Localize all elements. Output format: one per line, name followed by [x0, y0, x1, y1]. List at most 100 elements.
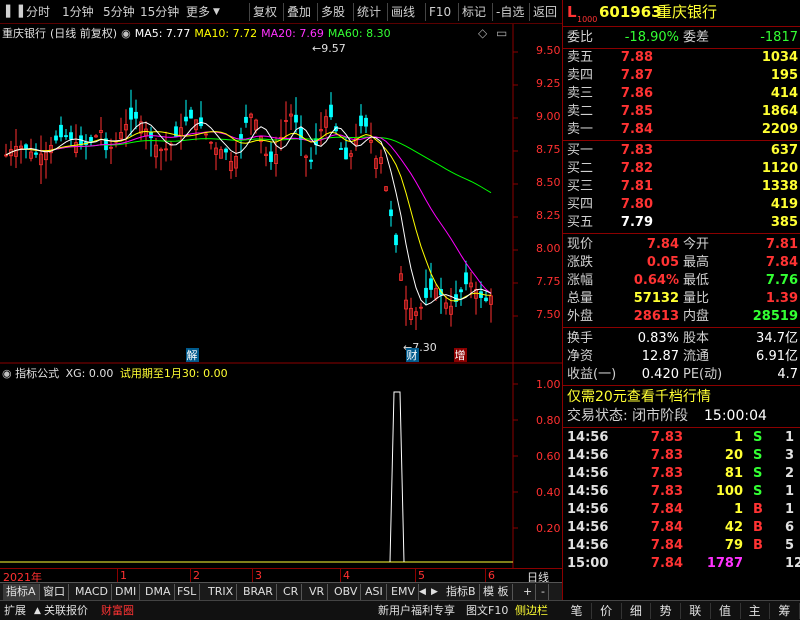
fundamental-value: 12.87: [641, 349, 679, 364]
indicator-tab-15[interactable]: +: [520, 584, 537, 600]
bottom-tab-3[interactable]: 新用户福利专享: [378, 603, 455, 619]
nav-item-4[interactable]: 联: [681, 603, 711, 619]
toolbar-btn-right-1[interactable]: 叠加: [287, 3, 311, 21]
ma-toggle-icon[interactable]: ◉: [121, 27, 131, 40]
indicator-tab-2[interactable]: MACD: [72, 584, 112, 600]
indicator-tab-9[interactable]: VR: [306, 584, 329, 600]
nav-item-7[interactable]: 筹: [770, 603, 800, 619]
ask-row[interactable]: 卖三 7.86 414: [563, 85, 800, 103]
toolbar-separator: [353, 3, 354, 21]
toolbar-btn-right-3[interactable]: 统计: [357, 3, 381, 21]
bottom-tab-4[interactable]: 图文F10: [466, 603, 508, 619]
indicator-tab-13[interactable]: 指标B: [443, 584, 480, 600]
fundamental-value: 6.91亿: [756, 349, 798, 364]
tick-price: 7.83: [650, 466, 683, 481]
fundamental-row: 净资 12.87 流通 6.91亿: [563, 348, 800, 366]
ask-row[interactable]: 卖一 7.84 2209: [563, 121, 800, 139]
event-marker-label[interactable]: 增: [455, 348, 466, 362]
price-tick-label: 8.75: [536, 143, 561, 156]
bottom-tab-2[interactable]: 财富圈: [101, 603, 134, 619]
tick-side: S: [753, 430, 763, 445]
window-toggle-icon[interactable]: ▭: [496, 26, 507, 40]
tool-icon[interactable]: ▌▐: [6, 3, 23, 21]
nav-item-6[interactable]: 主: [740, 603, 771, 619]
toolbar-btn-0[interactable]: 分时: [26, 3, 50, 21]
ask-price: 7.87: [620, 68, 653, 83]
toolbar-btn-right-4[interactable]: 画线: [391, 3, 415, 21]
toolbar-btn-1[interactable]: 1分钟: [62, 3, 94, 21]
indicator-tab-0[interactable]: 指标A: [3, 584, 40, 600]
indicator-tab-5[interactable]: FSL: [174, 584, 201, 600]
bid-row[interactable]: 买三 7.81 1338: [563, 178, 800, 196]
event-marker-label[interactable]: 解: [187, 348, 198, 362]
candle-body: [389, 209, 393, 217]
promo-link[interactable]: 仅需20元查看千档行情: [563, 388, 800, 406]
toolbar-btn-right-0[interactable]: 复权: [253, 3, 277, 21]
indicator-tick-label: 0.40: [536, 486, 561, 499]
indicator-tab-12[interactable]: EMV: [388, 584, 419, 600]
tick-price: 7.83: [650, 448, 683, 463]
bid-row[interactable]: 买五 7.79 385: [563, 214, 800, 232]
toolbar-separator: [283, 3, 284, 21]
toolbar-btn-right-6[interactable]: 标记: [462, 3, 486, 21]
indicator-tab-4[interactable]: DMA: [142, 584, 175, 600]
nav-item-0[interactable]: 笔: [562, 603, 592, 619]
bid-row[interactable]: 买一 7.83 637: [563, 142, 800, 160]
fundamental-label: 股本: [683, 331, 710, 346]
nav-item-5[interactable]: 值: [711, 603, 741, 619]
toolbar-btn-right-2[interactable]: 多股: [321, 3, 345, 21]
bid-row[interactable]: 买二 7.82 1120: [563, 160, 800, 178]
toolbar-btn-right-8[interactable]: 返回: [533, 3, 557, 21]
indicator-chart[interactable]: 1.00 0.80 0.60 0.40 0.20: [0, 364, 562, 568]
ask-row[interactable]: 卖五 7.88 1034: [563, 49, 800, 67]
bottom-tab-1[interactable]: 关联报价: [44, 603, 88, 619]
ask-row[interactable]: 卖四 7.87 195: [563, 67, 800, 85]
toolbar-btn-2[interactable]: 5分钟: [103, 3, 135, 21]
indicator-tab-10[interactable]: OBV: [331, 584, 362, 600]
bottom-tab-0[interactable]: 扩展: [4, 603, 26, 619]
indicator-tab-14[interactable]: 模 板: [480, 584, 513, 600]
indicator-tab-11[interactable]: ASI: [362, 584, 387, 600]
candlestick-chart[interactable]: ←9.57←7.30解财增: [0, 24, 562, 364]
fundamental-label: 流通: [683, 349, 710, 364]
signal-spike: [389, 391, 405, 563]
toolbar-btn-3[interactable]: 15分钟: [140, 3, 179, 21]
tick-volume: 1: [733, 502, 743, 517]
event-marker-label[interactable]: 财: [407, 348, 418, 362]
stat-row: 外盘 28613 内盘 28519: [563, 308, 800, 326]
tick-price: 7.84: [650, 502, 683, 517]
bid-volume: 419: [770, 197, 798, 212]
toolbar-btn-right-7[interactable]: -自选: [496, 3, 524, 21]
promo-text[interactable]: 仅需20元查看千档行情: [567, 388, 711, 406]
fundamental-value: 0.83%: [637, 331, 679, 346]
ma5-label: MA5: 7.77: [134, 27, 191, 40]
quote-header: L 1000 601963 重庆银行: [563, 3, 800, 24]
ask-row[interactable]: 卖二 7.85 1864: [563, 103, 800, 121]
chevron-right-icon[interactable]: ▶: [428, 584, 441, 600]
divider: [563, 327, 800, 328]
candle-body: [329, 104, 333, 118]
indicator-tab-16[interactable]: -: [538, 584, 549, 600]
indicator-tab-3[interactable]: DMI: [112, 584, 141, 600]
toolbar-separator: [529, 3, 530, 21]
chevron-down-icon[interactable]: ▼: [213, 3, 220, 21]
indicator-tab-7[interactable]: BRAR: [240, 584, 277, 600]
stat-label: 内盘: [683, 309, 710, 324]
indicator-tab-6[interactable]: TRIX: [205, 584, 238, 600]
candle-body: [339, 148, 343, 150]
tick-row: 14:56 7.84 1 B 1: [563, 501, 800, 519]
indicator-tab-8[interactable]: CR: [280, 584, 303, 600]
candle-body: [64, 135, 68, 138]
candle-body: [429, 278, 433, 290]
chevron-up-icon[interactable]: ▲: [34, 603, 41, 619]
nav-item-1[interactable]: 价: [592, 603, 622, 619]
bid-row[interactable]: 买四 7.80 419: [563, 196, 800, 214]
chevron-left-icon[interactable]: ◀: [416, 584, 429, 600]
bottom-tab-5[interactable]: 侧边栏: [515, 603, 548, 619]
toolbar-btn-right-5[interactable]: F10: [429, 3, 451, 21]
indicator-tab-1[interactable]: 窗口: [40, 584, 69, 600]
diamond-icon[interactable]: ◇: [478, 26, 487, 40]
nav-item-2[interactable]: 细: [621, 603, 652, 619]
toolbar-btn-4[interactable]: 更多: [186, 3, 210, 21]
nav-item-3[interactable]: 势: [651, 603, 682, 619]
